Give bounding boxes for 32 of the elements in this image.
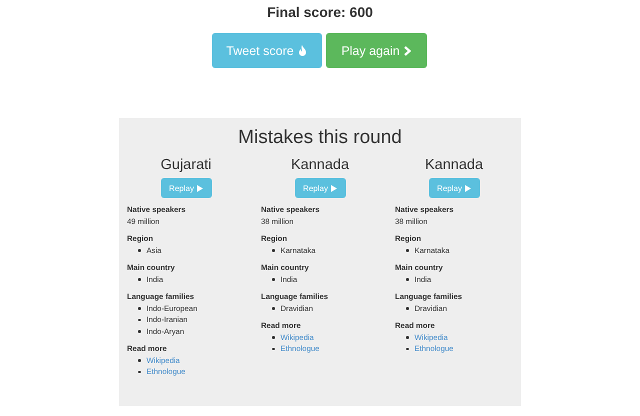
bullet-icon	[406, 307, 408, 310]
bullet-icon	[406, 348, 408, 350]
replay-button[interactable]: Replay	[428, 178, 480, 198]
bullet-icon	[272, 278, 274, 280]
language-name: Gujarati	[160, 156, 212, 174]
chevron-right-icon	[404, 46, 411, 56]
language-name: Kannada	[424, 156, 484, 174]
bullet-icon	[138, 359, 140, 362]
bullet-icon	[138, 278, 140, 280]
panel-title: Mistakes this round	[238, 126, 402, 150]
final-score: Final score: 600	[267, 4, 373, 21]
play-icon	[196, 184, 203, 192]
replay-button[interactable]: Replay	[160, 178, 212, 198]
bullet-icon	[138, 370, 140, 373]
play-icon	[464, 184, 471, 192]
bullet-icon	[138, 249, 140, 252]
bullet-icon	[406, 336, 408, 338]
bullet-icon	[272, 249, 274, 252]
bullet-icon	[272, 336, 274, 338]
bullet-icon	[272, 307, 274, 310]
tweet-score-button[interactable]: Tweet score	[212, 33, 322, 68]
play-icon	[330, 184, 337, 192]
bullet-icon	[406, 249, 408, 252]
bullet-icon	[138, 307, 140, 310]
replay-button[interactable]: Replay	[294, 178, 346, 198]
bullet-icon	[138, 330, 140, 332]
bullet-icon	[406, 278, 408, 280]
language-name: Kannada	[290, 156, 350, 174]
play-again-button[interactable]: Play again	[326, 33, 426, 68]
flame-icon	[298, 45, 307, 56]
bullet-icon	[138, 318, 140, 321]
bullet-icon	[272, 348, 274, 350]
